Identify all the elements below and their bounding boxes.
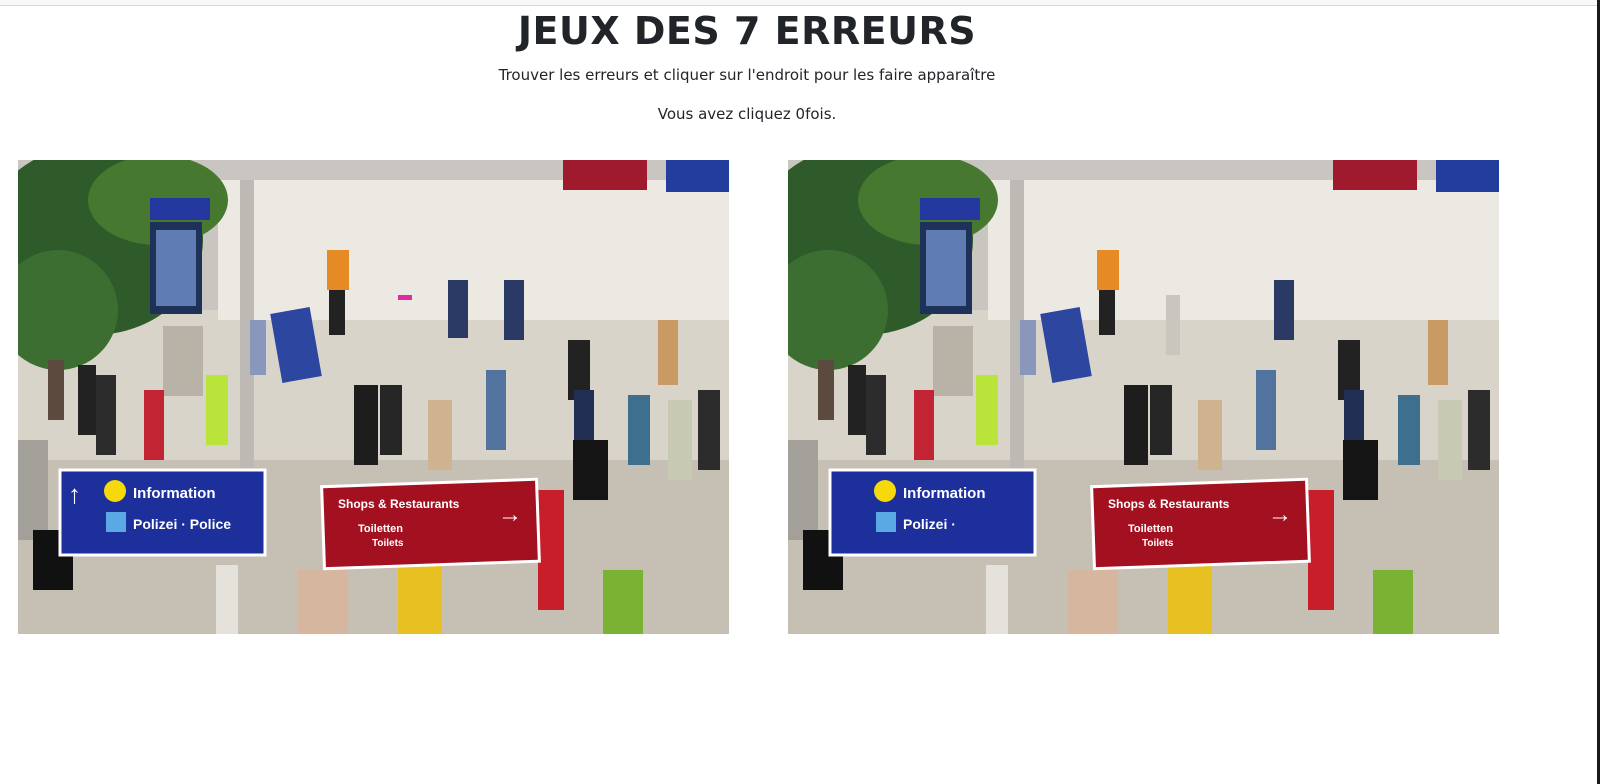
sign-information-modified: Information [903, 485, 986, 502]
page-title: JEUX DES 7 ERREURS [517, 9, 977, 53]
original-image[interactable]: Information Polizei · Police ↑ Shops & R… [18, 160, 729, 634]
sign-shops: Shops & Restaurants [338, 497, 460, 511]
counter-suffix: fois. [805, 105, 837, 123]
svg-text:→: → [498, 501, 522, 528]
modified-image[interactable]: Information Polizei · Shops & Restaurant… [788, 160, 1499, 634]
airport-scene-modified: Information Polizei · Shops & Restaurant… [788, 160, 1499, 634]
sign-toilets-modified: Toilets [1142, 538, 1174, 549]
counter-prefix: Vous avez cliquez [657, 105, 796, 123]
sign-polizei: Polizei · Police [133, 516, 231, 532]
sign-polizei-modified: Polizei · [903, 516, 956, 532]
svg-text:↑: ↑ [68, 479, 81, 509]
instructions-text: Trouver les erreurs et cliquer sur l'end… [498, 66, 996, 84]
svg-text:→: → [1268, 501, 1292, 528]
browser-top-border [0, 0, 1600, 6]
sign-toilets: Toilets [372, 538, 404, 549]
click-counter: Vous avez cliquez 0fois. [0, 104, 1494, 124]
click-count: 0 [795, 105, 806, 123]
sign-toiletten-modified: Toiletten [1128, 523, 1173, 535]
sign-shops-modified: Shops & Restaurants [1108, 497, 1230, 511]
airport-scene-original: Information Polizei · Police ↑ Shops & R… [18, 160, 729, 634]
game-header: JEUX DES 7 ERREURS Trouver les erreurs e… [0, 8, 1494, 124]
sign-information: Information [133, 485, 216, 502]
sign-toiletten: Toiletten [358, 523, 403, 535]
